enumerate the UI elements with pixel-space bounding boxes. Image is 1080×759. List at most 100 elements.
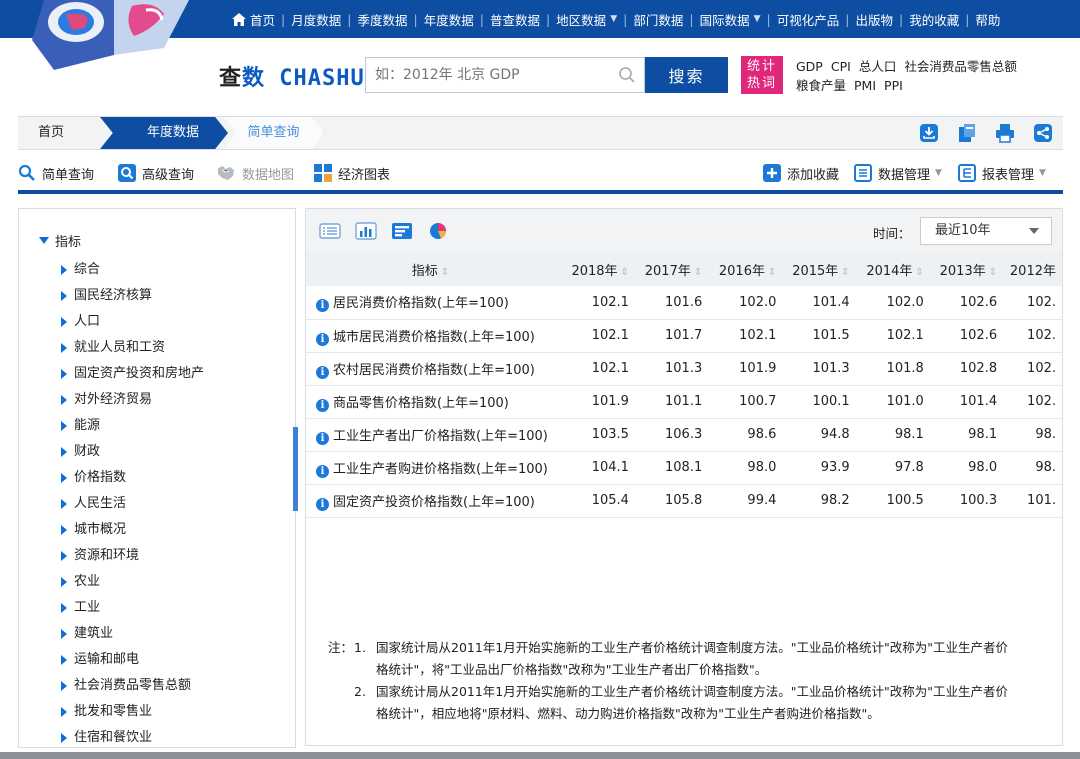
share-icon[interactable] <box>1033 123 1053 143</box>
value-cell: 98.0 <box>929 451 1004 485</box>
hot-word-link[interactable]: GDP <box>796 59 823 74</box>
tree-category-item[interactable]: 国民经济核算 <box>61 283 204 309</box>
nav-annual[interactable]: 年度数据 <box>418 10 480 29</box>
tree-category-label: 国民经济核算 <box>74 288 153 303</box>
indicator-name-cell: i 固定资产投资价格指数(上年=100) <box>306 484 561 518</box>
nav-visual-label: 可视化产品 <box>776 12 840 28</box>
nav-publications-label: 出版物 <box>855 12 893 28</box>
nav-publications[interactable]: 出版物 <box>849 10 899 29</box>
value-cell: 101.7 <box>634 319 709 353</box>
sidebar-resize-handle[interactable] <box>293 427 298 511</box>
column-header-year[interactable]: 2018年 ⇕ <box>560 253 635 286</box>
value-cell: 101.8 <box>855 352 930 386</box>
search-input[interactable] <box>366 58 606 92</box>
hot-badge-line-1: 统计 <box>746 59 777 74</box>
tree-category-item[interactable]: 对外经济贸易 <box>61 387 204 413</box>
nav-help[interactable]: 帮助 <box>969 10 1006 29</box>
tree-category-item[interactable]: 能源 <box>61 413 204 439</box>
time-range-value: 最近10年 <box>935 223 991 238</box>
data-map-button[interactable]: 数据地图 <box>216 162 294 184</box>
info-icon[interactable]: i <box>316 365 329 379</box>
footnote-line: 格统计"，相应地将"原材料、燃料、动力购进价格指数"改称为"工业生产者购进价格指… <box>376 706 880 721</box>
horizontal-bar-icon[interactable] <box>391 222 413 240</box>
tree-category-item[interactable]: 农业 <box>61 569 204 595</box>
nav-international[interactable]: 国际数据 ▼ <box>694 10 767 29</box>
report-manage-dropdown[interactable]: 报表管理 ▼ <box>958 162 1046 184</box>
hot-word-link[interactable]: 粮食产量 <box>796 78 846 93</box>
tree-root-indicators[interactable]: 指标 <box>39 231 81 250</box>
table-view-icon[interactable] <box>319 222 341 240</box>
info-icon[interactable]: i <box>316 398 329 412</box>
info-icon[interactable]: i <box>316 464 329 478</box>
nav-quarterly[interactable]: 季度数据 <box>351 10 413 29</box>
export-icon[interactable] <box>957 123 977 143</box>
hot-word-link[interactable]: PPI <box>884 78 903 93</box>
hot-word-link[interactable]: CPI <box>831 59 851 74</box>
tree-category-item[interactable]: 社会消费品零售总额 <box>61 673 204 699</box>
advanced-query-button[interactable]: 高级查询 <box>118 162 194 184</box>
tree-category-item[interactable]: 建筑业 <box>61 621 204 647</box>
nav-department[interactable]: 部门数据 <box>627 10 689 29</box>
chevron-down-icon: ▼ <box>935 168 942 178</box>
column-header-year[interactable]: 2017年 ⇕ <box>634 253 709 286</box>
search-button[interactable]: 搜索 <box>645 57 728 93</box>
tree-category-item[interactable]: 综合 <box>61 257 204 283</box>
value-cell: 103.5 <box>560 418 635 452</box>
hot-word-link[interactable]: 社会消费品零售总额 <box>904 59 1017 74</box>
site-logo[interactable] <box>14 0 204 78</box>
info-icon[interactable]: i <box>316 299 329 313</box>
tree-category-item[interactable]: 就业人员和工资 <box>61 335 204 361</box>
pie-chart-icon[interactable] <box>427 222 449 240</box>
breadcrumb-home[interactable]: 首页 <box>38 117 64 149</box>
column-header-label: 指标 <box>411 264 438 279</box>
tree-category-item[interactable]: 住宿和餐饮业 <box>61 725 204 747</box>
tree-category-label: 能源 <box>74 418 101 433</box>
table-row: i 居民消费价格指数(上年=100) 102.1 101.6 102.0 101.4 102… <box>306 286 1062 320</box>
tree-category-item[interactable]: 人口 <box>61 309 204 335</box>
breadcrumb-simple-query[interactable]: 简单查询 <box>224 117 324 149</box>
tree-category-item[interactable]: 城市概况 <box>61 517 204 543</box>
nav-visual[interactable]: 可视化产品 <box>771 10 846 29</box>
time-range-select[interactable]: 最近10年 <box>920 217 1052 245</box>
tree-category-item[interactable]: 工业 <box>61 595 204 621</box>
brand-wordmark[interactable]: 查数 CHASHU <box>219 60 365 92</box>
print-icon[interactable] <box>995 123 1015 143</box>
column-header-year[interactable]: 2015年 ⇕ <box>782 253 856 286</box>
nav-monthly[interactable]: 月度数据 <box>285 10 347 29</box>
tree-category-item[interactable]: 资源和环境 <box>61 543 204 569</box>
search-icon[interactable] <box>618 66 636 84</box>
bar-chart-icon[interactable] <box>355 222 377 240</box>
nav-home[interactable]: 首页 <box>226 10 281 29</box>
simple-query-button[interactable]: 简单查询 <box>18 162 94 184</box>
econ-chart-button[interactable]: 经济图表 <box>314 162 390 184</box>
column-header-year[interactable]: 2013年 ⇕ <box>929 253 1004 286</box>
value-cell: 104.1 <box>560 451 635 485</box>
hot-word-link[interactable]: 总人口 <box>859 59 897 74</box>
tree-category-item[interactable]: 批发和零售业 <box>61 699 204 725</box>
download-icon[interactable] <box>919 123 939 143</box>
nav-favorites[interactable]: 我的收藏 <box>903 10 965 29</box>
tree-category-item[interactable]: 固定资产投资和房地产 <box>61 361 204 387</box>
info-icon[interactable]: i <box>316 497 329 511</box>
column-header-year[interactable]: 2016年 ⇕ <box>708 253 783 286</box>
info-icon[interactable]: i <box>316 431 329 445</box>
tree-category-list: 综合国民经济核算人口 就业人员和工资 固定资产投资和房地产 对外经济贸易能源财政 价格指… <box>61 257 204 747</box>
column-header-label: 2016年 <box>718 264 765 279</box>
data-manage-dropdown[interactable]: 数据管理 ▼ <box>854 162 942 184</box>
hot-word-link[interactable]: PMI <box>854 78 876 93</box>
tree-category-item[interactable]: 价格指数 <box>61 465 204 491</box>
column-header-year[interactable]: 2014年 ⇕ <box>855 253 930 286</box>
column-header-year[interactable]: 2012年 <box>1003 253 1062 286</box>
expand-right-icon <box>61 733 67 743</box>
tree-category-item[interactable]: 财政 <box>61 439 204 465</box>
search-box <box>365 57 645 93</box>
nav-census-label: 普查数据 <box>489 12 540 28</box>
nav-census[interactable]: 普查数据 <box>484 10 546 29</box>
breadcrumb-annual-data[interactable]: 年度数据 <box>100 117 228 149</box>
add-favorite-button[interactable]: 添加收藏 <box>763 162 839 184</box>
column-header-indicator[interactable]: 指标 ⇕ <box>306 253 561 286</box>
tree-category-item[interactable]: 运输和邮电 <box>61 647 204 673</box>
nav-regional[interactable]: 地区数据 ▼ <box>550 10 623 29</box>
tree-category-item[interactable]: 人民生活 <box>61 491 204 517</box>
info-icon[interactable]: i <box>316 332 329 346</box>
